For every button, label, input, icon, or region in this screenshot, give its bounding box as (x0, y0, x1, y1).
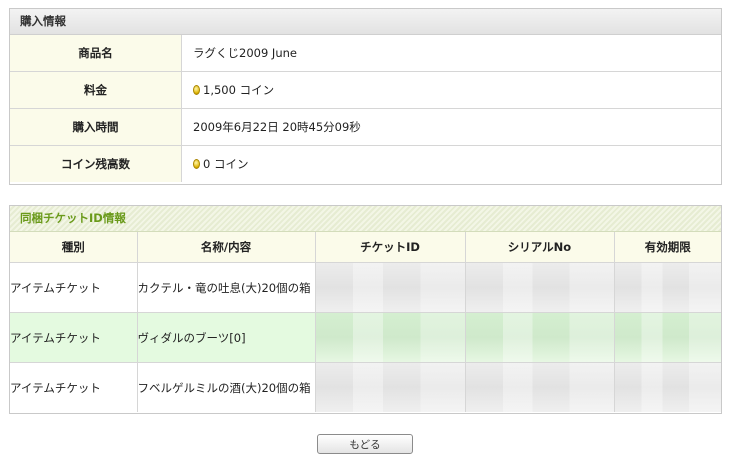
expiry-cell-redacted (614, 262, 721, 313)
purchase-info-panel: 購入情報 商品名 ラグくじ2009 June 料金 1,500 コイン 購入時間… (9, 8, 722, 185)
ticket-id-cell-redacted (315, 262, 466, 313)
column-header-ticket-id: チケットID (315, 232, 466, 263)
ticket-id-cell-redacted (315, 362, 466, 412)
ticket-name-cell: カクテル・竜の吐息(大)20個の箱 (137, 262, 316, 313)
redacted-block (614, 363, 721, 412)
redacted-block (465, 313, 613, 362)
expiry-cell-redacted (614, 312, 721, 363)
price-text: 1,500 コイン (203, 83, 275, 97)
redacted-block (465, 263, 613, 312)
ticket-type-cell: アイテムチケット (10, 312, 138, 363)
ticket-info-panel: 同梱チケットID情報 種別 名称/内容 チケットID シリアルNo 有効期限 ア… (9, 205, 722, 414)
back-button[interactable]: もどる (317, 434, 413, 454)
redacted-block (315, 313, 464, 362)
coin-balance-text: 0 コイン (203, 157, 249, 171)
redacted-block (614, 263, 721, 312)
product-name-row: 商品名 ラグくじ2009 June (10, 35, 721, 72)
coin-balance-row: コイン残高数 0 コイン (10, 146, 721, 182)
purchase-info-header: 購入情報 (10, 9, 721, 35)
table-row: アイテムチケット カクテル・竜の吐息(大)20個の箱 (10, 262, 721, 313)
ticket-id-cell-redacted (315, 312, 466, 363)
redacted-block (315, 363, 464, 412)
price-row: 料金 1,500 コイン (10, 72, 721, 109)
product-name-label: 商品名 (10, 35, 182, 71)
ticket-type-cell: アイテムチケット (10, 362, 138, 412)
price-label: 料金 (10, 72, 182, 108)
ticket-name-cell: ヴィダルのブーツ[0] (137, 312, 316, 363)
product-name-text: ラグくじ2009 June (193, 46, 297, 60)
serial-no-cell-redacted (465, 362, 615, 412)
coin-icon (193, 85, 200, 95)
ticket-table: 種別 名称/内容 チケットID シリアルNo 有効期限 アイテムチケット カクテ… (10, 232, 721, 412)
ticket-name-cell: フベルゲルミルの酒(大)20個の箱 (137, 362, 316, 412)
column-header-name: 名称/内容 (137, 232, 316, 263)
purchase-time-label: 購入時間 (10, 109, 182, 145)
purchase-time-row: 購入時間 2009年6月22日 20時45分09秒 (10, 109, 721, 146)
serial-no-cell-redacted (465, 262, 615, 313)
product-name-value: ラグくじ2009 June (182, 35, 297, 71)
table-row: アイテムチケット フベルゲルミルの酒(大)20個の箱 (10, 362, 721, 412)
redacted-block (614, 313, 721, 362)
expiry-cell-redacted (614, 363, 721, 412)
column-header-type: 種別 (10, 232, 138, 263)
price-value: 1,500 コイン (182, 72, 274, 108)
coin-balance-label: コイン残高数 (10, 146, 182, 182)
serial-no-cell-redacted (465, 312, 615, 363)
table-row: アイテムチケット ヴィダルのブーツ[0] (10, 312, 721, 363)
ticket-info-header: 同梱チケットID情報 (10, 206, 721, 232)
ticket-type-cell: アイテムチケット (10, 262, 138, 313)
redacted-block (465, 363, 613, 412)
purchase-time-text: 2009年6月22日 20時45分09秒 (193, 120, 361, 134)
coin-icon (193, 159, 200, 169)
column-header-expiry: 有効期限 (614, 232, 721, 263)
coin-balance-value: 0 コイン (182, 146, 248, 182)
column-header-serial-no: シリアルNo (465, 232, 615, 263)
redacted-block (315, 263, 464, 312)
purchase-time-value: 2009年6月22日 20時45分09秒 (182, 109, 361, 145)
table-header-row: 種別 名称/内容 チケットID シリアルNo 有効期限 (10, 232, 721, 263)
